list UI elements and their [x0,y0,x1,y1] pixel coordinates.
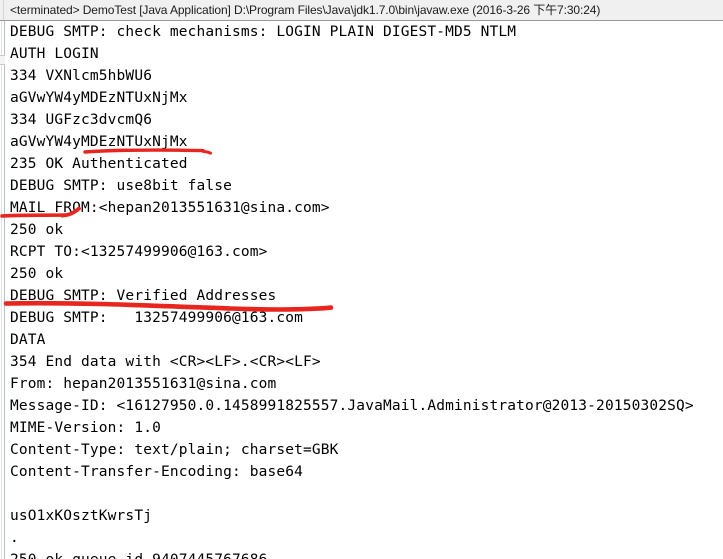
console-line: 250 ok queue id 9407445767686 [10,549,723,559]
console-line: aGVwYW4yMDEzNTUxNjMx [10,90,188,106]
gutter-rule-line [1,21,2,559]
console-line: aGVwYW4yMDEzNTUxNjMx [10,134,188,150]
console-line: DATA [10,332,46,348]
console-line: DEBUG SMTP: 13257499906@163.com [10,310,304,326]
console-line: RCPT TO:<13257499906@163.com> [10,244,268,260]
console-line: 250 ok [10,266,64,282]
console-line: 354 End data with <CR><LF>.<CR><LF> [10,354,321,370]
console-left-gutter [0,21,5,559]
gutter-notch-marker [0,55,5,65]
console-line: 235 OK Authenticated [10,156,188,172]
console-output-area[interactable]: DEBUG SMTP: check mechanisms: LOGIN PLAI… [0,21,723,559]
console-line: DEBUG SMTP: check mechanisms: LOGIN PLAI… [10,24,517,40]
console-title-bar: <terminated> DemoTest [Java Application]… [0,0,723,21]
eclipse-console-window: <terminated> DemoTest [Java Application]… [0,0,723,559]
console-line: 250 ok [10,222,64,238]
console-line: Content-Type: text/plain; charset=GBK [10,442,339,458]
console-lines: DEBUG SMTP: check mechanisms: LOGIN PLAI… [10,21,723,559]
console-line: From: hepan2013551631@sina.com [10,376,277,392]
console-line: Content-Transfer-Encoding: base64 [10,464,304,480]
console-line: 334 VXNlcm5hbWU6 [10,68,153,84]
console-line: usO1xKOsztKwrsTj [10,508,153,524]
console-line: AUTH LOGIN [10,46,99,62]
console-line: 334 UGFzc3dvcmQ6 [10,112,153,128]
console-title-text: <terminated> DemoTest [Java Application]… [10,2,601,17]
console-line: . [10,530,19,546]
console-line: MAIL FROM:<hepan2013551631@sina.com> [10,200,330,216]
console-line: DEBUG SMTP: Verified Addresses [10,288,277,304]
console-line: Message-ID: <16127950.0.1458991825557.Ja… [10,398,694,414]
console-line: MIME-Version: 1.0 [10,420,161,436]
console-line: DEBUG SMTP: use8bit false [10,178,232,194]
